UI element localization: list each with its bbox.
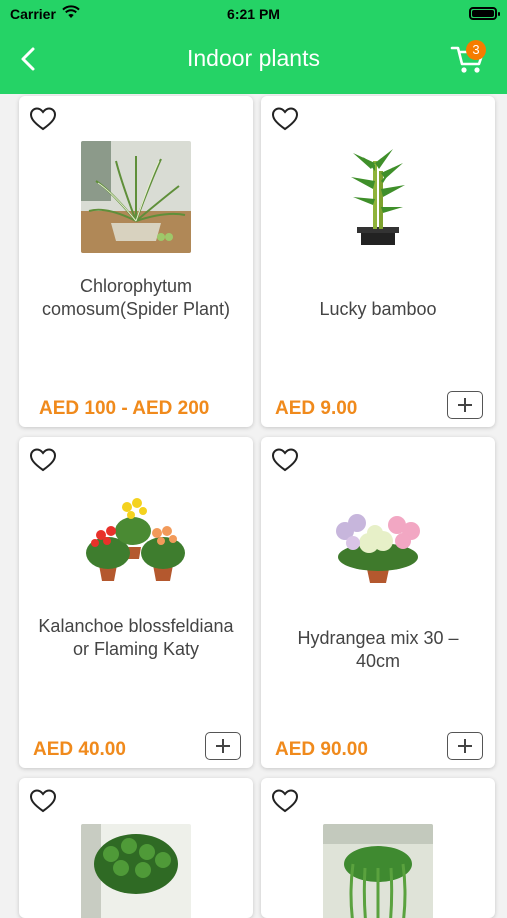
add-to-cart-button[interactable] [205, 732, 241, 760]
product-price: AED 40.00 [33, 739, 126, 760]
product-price: AED 100 - AED 200 [39, 398, 210, 419]
favorite-heart-icon[interactable] [29, 788, 57, 814]
product-card[interactable]: Kalanchoe blossfeldiana or Flaming Katy … [19, 437, 253, 768]
add-to-cart-button[interactable] [447, 732, 483, 760]
plus-icon [458, 739, 472, 753]
status-time: 6:21 PM [227, 6, 280, 22]
battery-icon [469, 7, 500, 20]
product-name: Lucky bamboo [319, 299, 437, 319]
product-image [323, 141, 433, 253]
product-name: Chlorophytum comosum(Spider Plant) [41, 276, 231, 319]
product-price: AED 90.00 [275, 739, 368, 760]
favorite-heart-icon[interactable] [29, 106, 57, 132]
product-card[interactable] [19, 778, 253, 918]
product-card[interactable]: Chlorophytum comosum(Spider Plant) AED 1… [19, 96, 253, 427]
plus-icon [458, 398, 472, 412]
page-title: Indoor plants [187, 45, 320, 71]
product-price: AED 9.00 [275, 398, 358, 419]
favorite-heart-icon[interactable] [271, 106, 299, 132]
status-bar: Carrier 6:21 PM [0, 0, 507, 28]
product-card[interactable]: Hydrangea mix 30 – 40cm AED 90.00 [261, 437, 495, 768]
favorite-heart-icon[interactable] [271, 788, 299, 814]
product-image [81, 824, 191, 918]
product-card[interactable]: Lucky bamboo AED 9.00 [261, 96, 495, 427]
product-name: Kalanchoe blossfeldiana or Flaming Katy [38, 616, 234, 659]
product-image [81, 485, 191, 597]
product-card[interactable] [261, 778, 495, 918]
plus-icon [216, 739, 230, 753]
cart-count-badge: 3 [466, 40, 486, 60]
product-name: Hydrangea mix 30 – 40cm [297, 628, 459, 671]
favorite-heart-icon[interactable] [29, 447, 57, 473]
product-image [81, 141, 191, 253]
app-bar: Carrier 6:21 PM Indoor plants 3 [0, 0, 507, 94]
add-to-cart-button[interactable] [447, 391, 483, 419]
product-image [323, 485, 433, 597]
favorite-heart-icon[interactable] [271, 447, 299, 473]
product-image [323, 824, 433, 918]
